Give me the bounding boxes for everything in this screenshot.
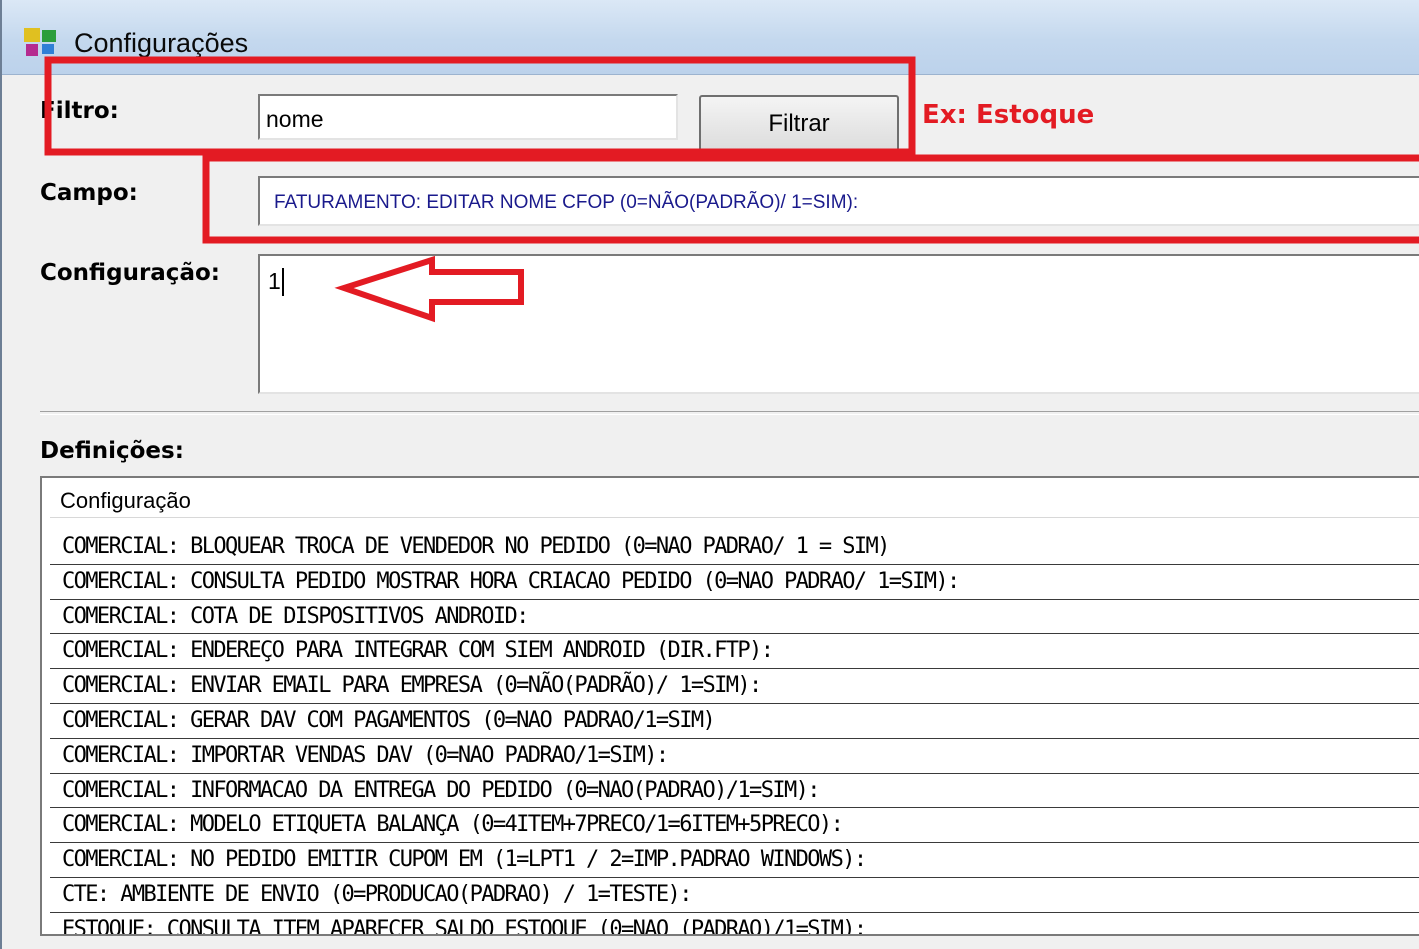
list-item[interactable]: COMERCIAL: GERAR DAV COM PAGAMENTOS (0=N… <box>50 704 1419 739</box>
filter-button-label: Filtrar <box>768 110 830 137</box>
app-icon <box>24 28 56 56</box>
list-item[interactable]: COMERCIAL: CONSULTA PEDIDO MOSTRAR HORA … <box>50 565 1419 600</box>
filter-hint: Ex: Estoque <box>922 100 1095 130</box>
title-bar[interactable]: Configurações <box>2 0 1419 75</box>
list-item[interactable]: COMERCIAL: COTA DE DISPOSITIVOS ANDROID: <box>50 600 1419 635</box>
list-item[interactable]: COMERCIAL: INFORMACAO DA ENTREGA DO PEDI… <box>50 774 1419 809</box>
list-item[interactable]: COMERCIAL: NO PEDIDO EMITIR CUPOM EM (1=… <box>50 843 1419 878</box>
list-rows: COMERCIAL: BLOQUEAR TROCA DE VENDEDOR NO… <box>50 530 1419 934</box>
list-item[interactable]: COMERCIAL: ENDEREÇO PARA INTEGRAR COM SI… <box>50 634 1419 670</box>
campo-field-value: FATURAMENTO: EDITAR NOME CFOP (0=NÃO(PAD… <box>274 192 859 213</box>
config-label: Configuração: <box>40 260 220 286</box>
config-window: Configurações Filtro: nome Filtrar Ex: E… <box>0 0 1419 949</box>
definitions-list[interactable]: Configuração COMERCIAL: BLOQUEAR TROCA D… <box>40 476 1419 936</box>
filter-label: Filtro: <box>40 98 119 124</box>
config-textarea-value: 1 <box>268 268 281 294</box>
campo-field[interactable]: FATURAMENTO: EDITAR NOME CFOP (0=NÃO(PAD… <box>258 176 1419 226</box>
filter-input-value: nome <box>266 106 324 132</box>
config-textarea[interactable]: 1 <box>258 254 1419 394</box>
filter-input[interactable]: nome <box>258 94 678 140</box>
list-item[interactable]: COMERCIAL: MODELO ETIQUETA BALANÇA (0=4I… <box>50 808 1419 844</box>
list-item[interactable]: ESTOQUE: CONSULTA ITEM APARECER SALDO ES… <box>50 913 1419 934</box>
section-separator <box>40 411 1419 415</box>
text-cursor <box>282 268 284 296</box>
definitions-label: Definições: <box>40 438 184 464</box>
window-title: Configurações <box>74 28 249 58</box>
campo-label: Campo: <box>40 180 138 206</box>
list-item[interactable]: COMERCIAL: ENVIAR EMAIL PARA EMPRESA (0=… <box>50 669 1419 704</box>
list-item[interactable]: CTE: AMBIENTE DE ENVIO (0=PRODUCAO(PADRA… <box>50 878 1419 913</box>
list-item[interactable]: COMERCIAL: BLOQUEAR TROCA DE VENDEDOR NO… <box>50 530 1419 565</box>
column-header-configuracao[interactable]: Configuração <box>50 484 1419 518</box>
list-item[interactable]: COMERCIAL: IMPORTAR VENDAS DAV (0=NAO PA… <box>50 739 1419 774</box>
filter-button[interactable]: Filtrar <box>699 95 899 153</box>
